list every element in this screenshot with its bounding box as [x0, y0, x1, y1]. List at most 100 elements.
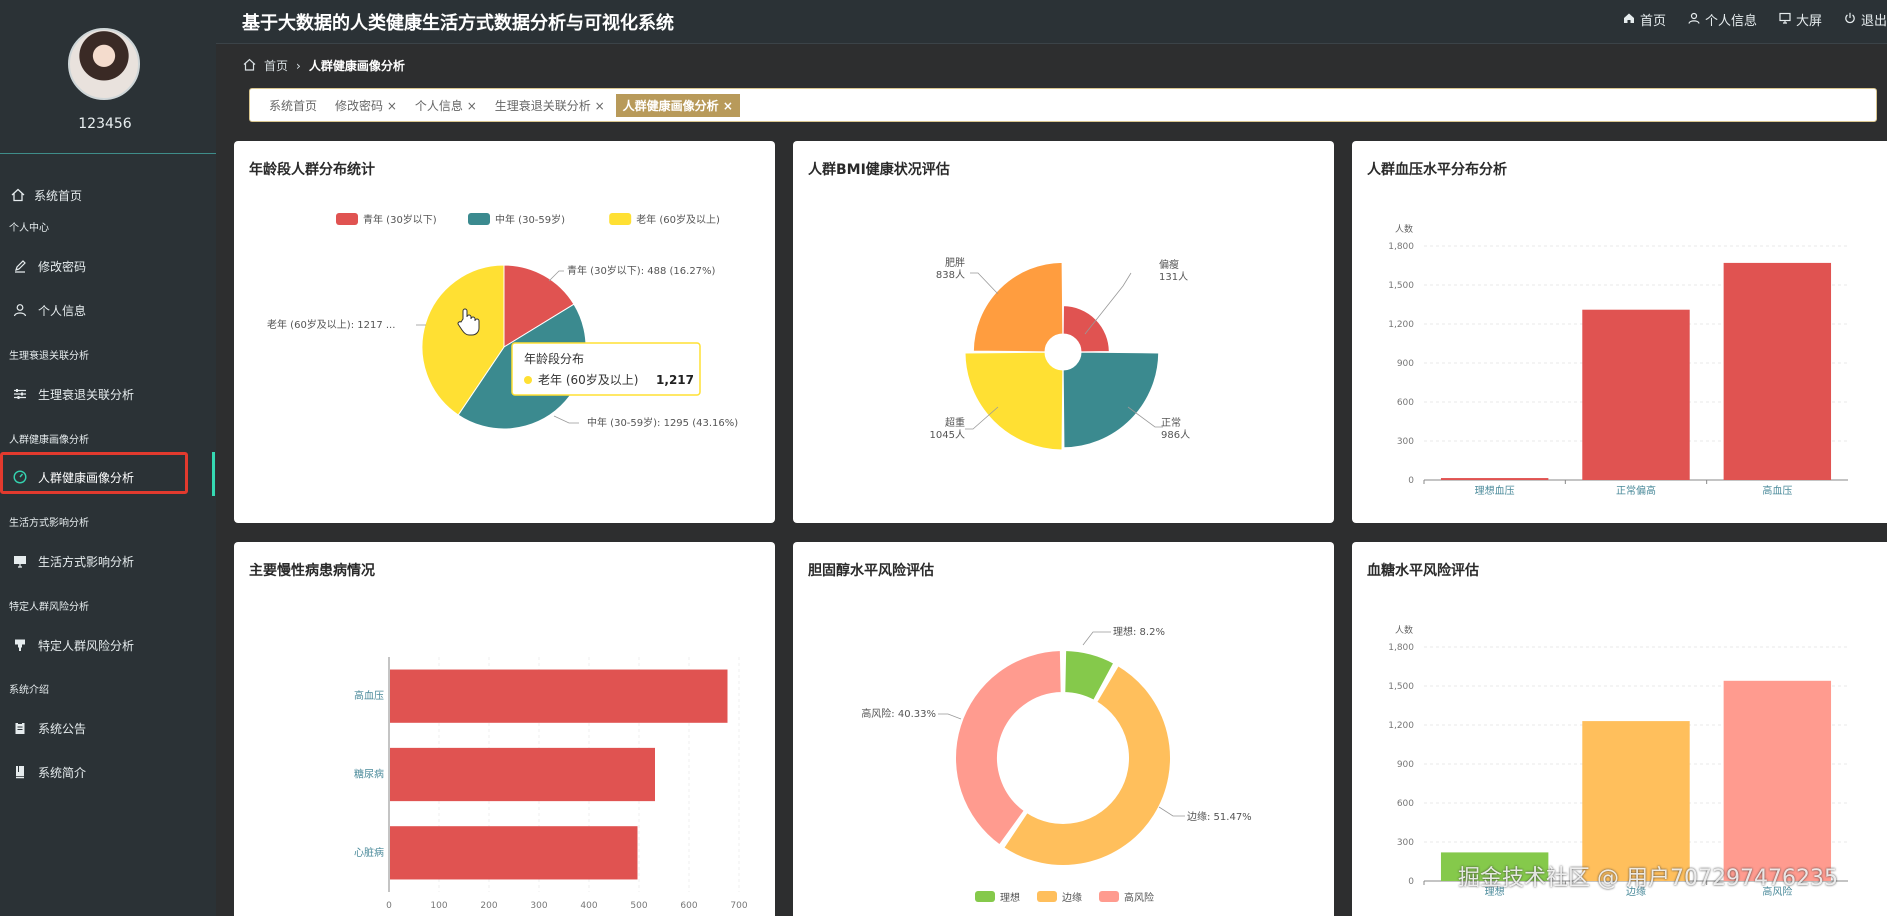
nav-home[interactable]: 首页: [1623, 10, 1666, 29]
sidebar-item-home[interactable]: 系统首页: [0, 175, 216, 215]
sidebar-group-risk: 特定人群风险分析: [9, 602, 89, 613]
slice-label: 高风险: 40.33%: [861, 707, 936, 720]
legend-swatch[interactable]: [609, 213, 632, 225]
sidebar-item-risk-analysis[interactable]: 特定人群风险分析: [0, 625, 216, 665]
home-icon: [1623, 12, 1635, 28]
sidebar-divider: [0, 153, 216, 154]
tag-portrait-analysis[interactable]: 人群健康画像分析 ×: [615, 93, 740, 117]
clipboard-icon: [12, 720, 28, 736]
tooltip-dot: [524, 376, 532, 384]
nav-label: 个人信息: [1704, 14, 1757, 29]
slice-value: 838人: [936, 269, 965, 281]
tag-decline-analysis[interactable]: 生理衰退关联分析 ×: [488, 94, 612, 117]
x-tick-label: 500: [630, 901, 647, 911]
bar[interactable]: [390, 669, 728, 723]
slice-label: 边缘: 51.47%: [1187, 810, 1252, 823]
x-tick-label: 理想血压: [1475, 484, 1515, 497]
sidebar-item-about[interactable]: 系统简介: [0, 752, 216, 792]
chart-svg: 人数 0 300 600 900 1,200 1,500 1,800 理想血压 正常偏高 高血压: [1388, 223, 1848, 497]
legend-swatch[interactable]: [1037, 891, 1057, 902]
x-tick-label: 400: [580, 901, 597, 911]
rose-slice[interactable]: [1062, 351, 1160, 449]
label-line: [553, 415, 579, 424]
sidebar-item-decline-analysis[interactable]: 生理衰退关联分析: [0, 374, 216, 414]
tooltip: [511, 342, 701, 396]
slice-name: 超重: [945, 416, 965, 429]
bar[interactable]: [1440, 478, 1549, 480]
nav-profile[interactable]: 个人信息: [1688, 10, 1757, 29]
slice-label: 中年 (30-59岁): 1295 (43.16%): [587, 416, 738, 429]
legend-swatch[interactable]: [336, 213, 358, 225]
tooltip-title: 年龄段分布: [524, 351, 584, 366]
active-indicator: [212, 452, 215, 496]
tag-profile[interactable]: 个人信息 ×: [408, 94, 484, 117]
breadcrumb-home[interactable]: 首页: [264, 57, 288, 74]
home-icon: [243, 58, 256, 74]
y-tick-label: 糖尿病: [354, 768, 384, 781]
y-tick-label: 0: [1408, 877, 1414, 887]
bar[interactable]: [1723, 680, 1832, 881]
y-tick-label: 0: [1408, 476, 1414, 486]
tag-change-password[interactable]: 修改密码 ×: [328, 94, 404, 117]
sidebar-item-lifestyle-analysis[interactable]: 生活方式影响分析: [0, 541, 216, 581]
top-nav: 首页 个人信息 大屏 退出: [1623, 10, 1887, 29]
nav-logout[interactable]: 退出: [1844, 10, 1887, 29]
legend-label: 边缘: [1062, 891, 1082, 904]
avatar[interactable]: [68, 28, 140, 100]
nav-label: 退出: [1860, 14, 1887, 29]
chevron-right-icon: ›: [296, 58, 301, 73]
y-tick-label: 600: [1397, 398, 1414, 408]
sidebar-item-label: 生理衰退关联分析: [38, 387, 135, 402]
sidebar-item-label: 修改密码: [38, 259, 87, 274]
label-line: [1158, 806, 1185, 817]
tag-home[interactable]: 系统首页: [262, 94, 324, 117]
chart-card-chronic: 主要慢性病患病情况 0 100 200 300 400 500 600 700 高血压 糖尿病 心脏…: [234, 542, 775, 916]
tooltip-value: 1,217: [656, 373, 694, 387]
slice-label: 理想: 8.2%: [1113, 625, 1165, 638]
sidebar-group-decline: 生理衰退关联分析: [9, 351, 89, 362]
power-icon: [1844, 12, 1856, 28]
y-tick-label: 1,200: [1388, 721, 1414, 731]
chart-card-bmi: 人群BMI健康状况评估 偏瘦 131人 正常 986人 超重 1045人 肥胖 838人: [793, 141, 1334, 523]
y-tick-label: 1,800: [1388, 242, 1414, 252]
donut-slice[interactable]: [954, 649, 1063, 847]
label-line: [1082, 631, 1111, 646]
bar[interactable]: [1582, 721, 1690, 881]
app-title: 基于大数据的人类健康生活方式数据分析与可视化系统: [242, 13, 674, 34]
legend-swatch[interactable]: [1099, 891, 1119, 902]
slice-value: 986人: [1161, 429, 1190, 441]
bar[interactable]: [390, 826, 638, 880]
slice-value: 131人: [1159, 271, 1188, 283]
legend-swatch[interactable]: [468, 213, 490, 225]
rose-slice[interactable]: [972, 261, 1064, 353]
x-tick-label: 600: [680, 901, 697, 911]
sidebar-group-portrait: 人群健康画像分析: [9, 435, 89, 446]
legend-label: 老年 (60岁及以上): [636, 213, 720, 226]
slice-label: 老年 (60岁及以上): 1217 ...: [267, 318, 395, 331]
chart-card-bp: 人群血压水平分布分析 人数 0 300 600 900 1,200 1,500 1,800 理想…: [1352, 141, 1887, 523]
bar[interactable]: [390, 747, 655, 802]
legend-swatch[interactable]: [975, 891, 995, 902]
user-icon: [12, 302, 28, 318]
legend-label: 理想: [1000, 891, 1020, 904]
sidebar-item-announcement[interactable]: 系统公告: [0, 708, 216, 748]
rose-slice[interactable]: [964, 351, 1064, 451]
y-tick-label: 300: [1397, 838, 1414, 848]
username: 123456: [78, 116, 132, 132]
chart-svg: 0 100 200 300 400 500 600 700 高血压糖尿病心脏病: [354, 657, 748, 911]
y-axis-label: 人数: [1395, 624, 1413, 636]
label-line: [938, 713, 962, 720]
legend-label: 高风险: [1124, 891, 1154, 904]
bar[interactable]: [1582, 309, 1690, 480]
y-tick-label: 高血压: [354, 689, 384, 702]
sidebar-item-label: 生活方式影响分析: [38, 554, 135, 569]
nav-bigscreen[interactable]: 大屏: [1779, 10, 1822, 29]
sidebar-item-change-password[interactable]: 修改密码: [0, 246, 216, 286]
label-line: [1084, 272, 1132, 335]
monitor-icon: [12, 553, 28, 569]
bar[interactable]: [1723, 262, 1832, 480]
nav-label: 大屏: [1795, 14, 1822, 29]
y-tick-label: 1,500: [1388, 682, 1414, 692]
tags-bar: 系统首页 修改密码 × 个人信息 × 生理衰退关联分析 × 人群健康画像分析 ×: [249, 88, 1877, 122]
sidebar-item-profile[interactable]: 个人信息: [0, 290, 216, 330]
